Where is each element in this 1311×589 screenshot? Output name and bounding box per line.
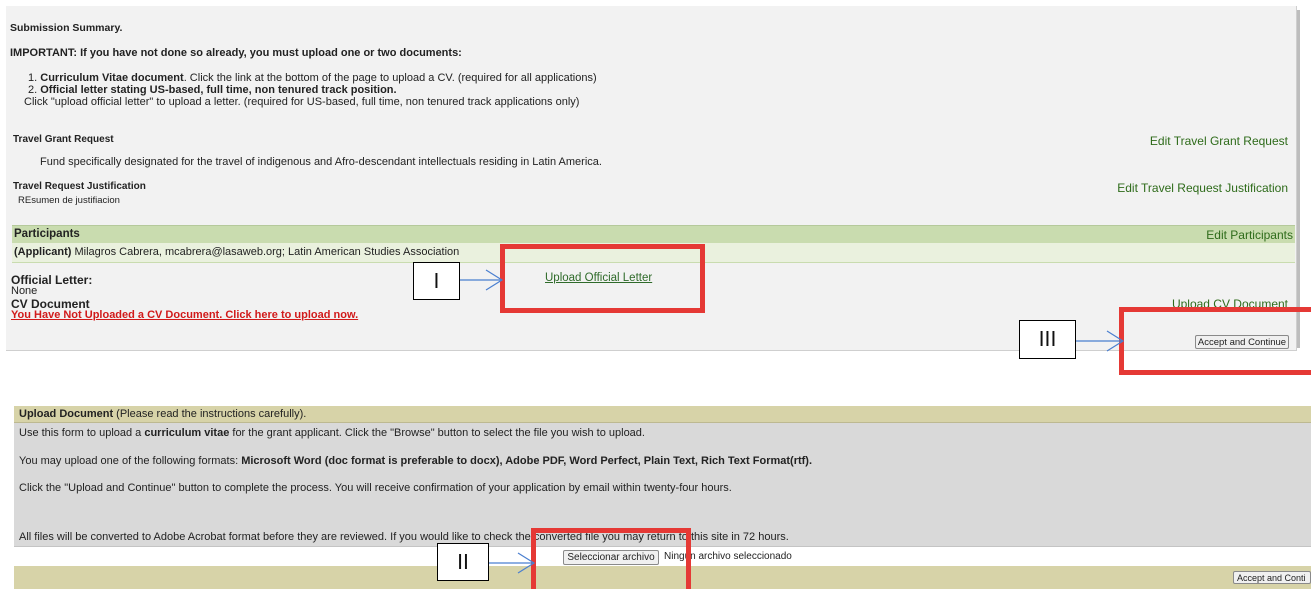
official-letter-value: None — [11, 285, 38, 297]
edit-justification-link[interactable]: Edit Travel Request Justification — [1117, 181, 1288, 195]
annotation-arrow-3 — [1076, 330, 1125, 352]
highlight-box-upload-letter — [500, 244, 705, 313]
justification-text: REsumen de justifiacion — [18, 195, 120, 206]
text-bold: Microsoft Word (doc format is preferable… — [241, 455, 813, 467]
requirement-item-letter: 2. Official letter stating US-based, ful… — [28, 84, 397, 96]
accept-and-continue-button-2[interactable]: Accept and Conti — [1233, 571, 1311, 584]
text: You may upload one of the following form… — [19, 455, 242, 467]
upload-cv-warning-link[interactable]: You Have Not Uploaded a CV Document. Cli… — [11, 309, 358, 321]
upload-instruction-3: Click the "Upload and Continue" button t… — [19, 482, 732, 494]
travel-grant-text: Fund specifically designated for the tra… — [40, 156, 602, 168]
annotation-arrow-1 — [460, 269, 504, 291]
applicant-info: Milagros Cabrera, mcabrera@lasaweb.org; … — [71, 246, 460, 258]
upload-instruction-1: Use this form to upload a curriculum vit… — [19, 427, 645, 439]
important-notice: IMPORTANT: If you have not done so alrea… — [10, 47, 462, 59]
participants-header: Participants Edit Participants — [12, 225, 1295, 244]
edit-travel-grant-link[interactable]: Edit Travel Grant Request — [1150, 134, 1288, 148]
scrollbar[interactable] — [1297, 10, 1300, 348]
participants-label: Participants — [14, 228, 80, 240]
annotation-label-3: III — [1019, 320, 1076, 359]
upload-title: Upload Document (Please read the instruc… — [19, 408, 306, 420]
item-description: . Click the link at the bottom of the pa… — [183, 72, 597, 84]
applicant-entry: (Applicant) Milagros Cabrera, mcabrera@l… — [14, 246, 459, 258]
text-bold: curriculum vitae — [144, 427, 230, 439]
upload-header: Upload Document (Please read the instruc… — [14, 406, 1311, 423]
travel-grant-label: Travel Grant Request — [13, 134, 114, 145]
annotation-arrow-2 — [489, 552, 536, 574]
upload-instruction-2: You may upload one of the following form… — [19, 455, 812, 467]
requirement-item-cv: 1. Curriculum Vitae document. Click the … — [28, 72, 597, 84]
edit-participants-link[interactable]: Edit Participants — [1206, 228, 1293, 242]
applicant-role: (Applicant) — [14, 246, 72, 258]
highlight-box-accept — [1119, 307, 1311, 375]
item-number: 2. — [28, 84, 38, 96]
annotation-label-1: I — [413, 262, 460, 300]
text: Use this form to upload a — [19, 427, 145, 439]
item-title: Curriculum Vitae document — [40, 72, 184, 84]
summary-title: Submission Summary. — [10, 22, 123, 34]
item-title: Official letter stating US-based, full t… — [40, 84, 397, 96]
text: for the grant applicant. Click the "Brow… — [229, 427, 645, 439]
upload-title-bold: Upload Document — [19, 408, 114, 420]
item-number: 1. — [28, 72, 38, 84]
upload-title-note: (Please read the instructions carefully)… — [113, 408, 307, 420]
highlight-box-file-select — [531, 528, 691, 589]
annotation-label-2: II — [437, 543, 489, 581]
letter-instruction: Click "upload official letter" to upload… — [24, 96, 580, 108]
justification-label: Travel Request Justification — [13, 181, 146, 192]
